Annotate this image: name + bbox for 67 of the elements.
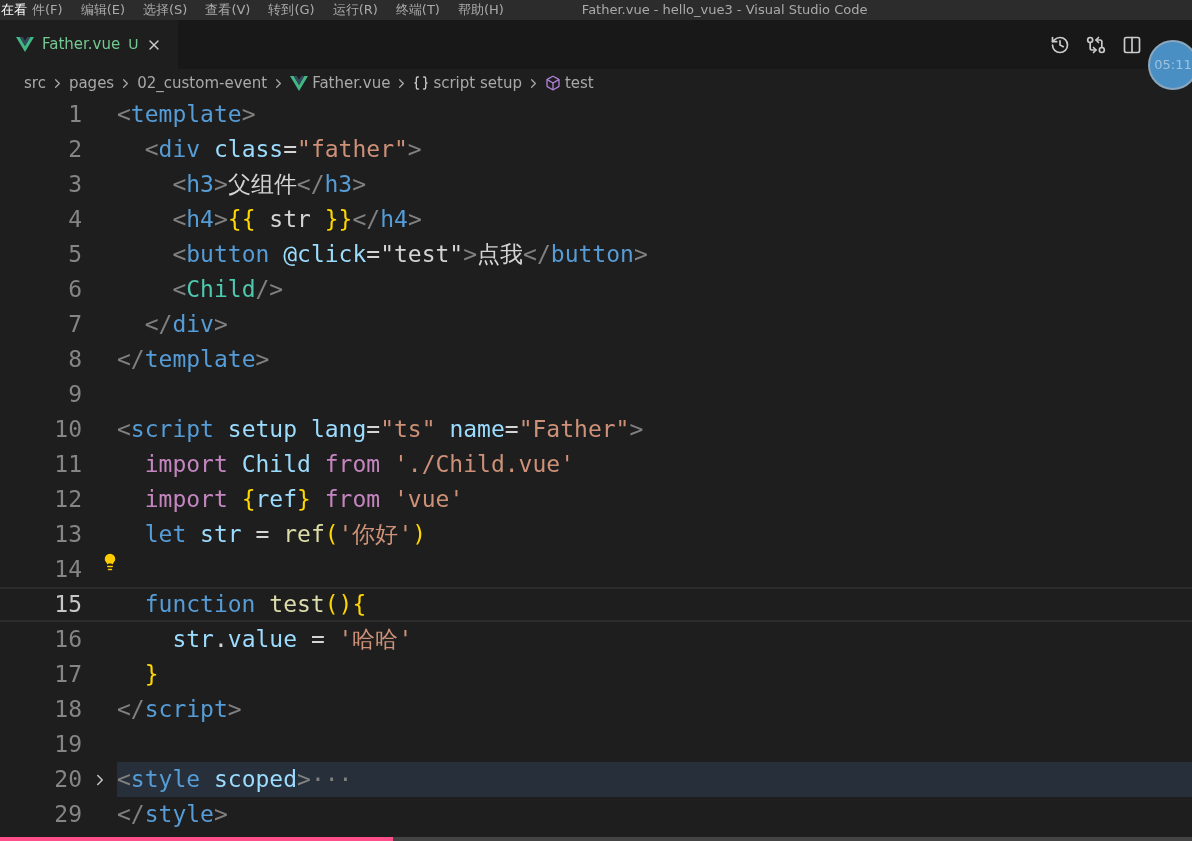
code-line: <button @click="test">点我</button>: [171, 240, 648, 269]
compare-icon[interactable]: [1086, 34, 1106, 55]
code-line: let str = ref('你好'): [143, 520, 427, 549]
code-line: </script>: [117, 695, 242, 724]
line-number: 16: [53, 625, 82, 655]
line-number: 11: [53, 450, 82, 480]
line-number: 29: [53, 800, 82, 830]
code-line: </div>: [143, 310, 228, 339]
code-line: function test(){: [143, 590, 367, 619]
line-number: 12: [53, 485, 82, 515]
cube-icon: [544, 75, 561, 91]
code-line: <h3>父组件</h3>: [171, 170, 367, 199]
code-line: import Child from './Child.vue': [143, 450, 574, 479]
menu-item[interactable]: 编辑(E): [80, 0, 125, 20]
vue-logo-icon: [290, 75, 309, 91]
code-line: <div class="father">: [143, 135, 422, 164]
history-icon[interactable]: [1050, 34, 1070, 55]
code-line: <script setup lang="ts" name="Father">: [117, 415, 644, 444]
line-number: 7: [67, 310, 82, 340]
timer-badge: 05:11: [1148, 40, 1192, 90]
code-line: </style>: [117, 800, 228, 829]
split-editor-icon[interactable]: [1122, 34, 1142, 55]
code-line: import {ref} from 'vue': [143, 485, 464, 514]
line-number: 2: [67, 135, 82, 165]
braces-icon: [413, 75, 430, 91]
code-line: <Child/>: [171, 275, 284, 304]
tab-status-letter: U: [128, 35, 139, 54]
code-line: <h4>{{ str }}</h4>: [171, 205, 422, 234]
breadcrumb-item[interactable]: Father.vue: [312, 71, 391, 95]
line-number: 14: [53, 555, 82, 585]
menu-item[interactable]: 选择(S): [143, 0, 188, 20]
line-number: 5: [67, 240, 82, 270]
menu-item[interactable]: 查看(V): [205, 0, 251, 20]
line-number: 17: [53, 660, 82, 690]
line-number: 3: [67, 170, 82, 200]
editor-tab[interactable]: Father.vue U: [0, 20, 179, 69]
menu-item[interactable]: 终端(T): [395, 0, 440, 20]
code-line: </template>: [117, 345, 270, 374]
code-line: str.value = '哈哈': [171, 625, 413, 654]
vue-logo-icon: [16, 37, 34, 52]
window-title: Father.vue - hello_vue3 - Visual Studio Code: [581, 1, 868, 20]
line-number: 9: [67, 380, 82, 410]
overlay-label: 在看: [0, 1, 28, 20]
breadcrumb-item[interactable]: src: [24, 71, 46, 95]
line-number: 20: [53, 765, 82, 795]
video-progress-track[interactable]: [0, 837, 1192, 841]
code-line: <template>: [117, 100, 256, 129]
line-number: 19: [53, 730, 82, 760]
line-number: 18: [53, 695, 82, 725]
line-number: 8: [67, 345, 82, 375]
line-number: 1: [67, 100, 82, 130]
menu-item[interactable]: 转到(G): [268, 0, 315, 20]
line-number: 15: [53, 590, 82, 620]
menu-item[interactable]: 运行(R): [332, 0, 378, 20]
menu-item[interactable]: 帮助(H): [457, 0, 504, 20]
line-number: 4: [67, 205, 82, 235]
code-line: <style scoped>···: [117, 765, 353, 794]
line-number: 6: [67, 275, 82, 305]
line-number: 13: [53, 520, 82, 550]
breadcrumb-item[interactable]: script setup: [433, 71, 522, 95]
menu-item[interactable]: 件(F): [32, 0, 63, 20]
line-number: 10: [53, 415, 82, 445]
code-line: }: [143, 660, 159, 689]
breadcrumb-item[interactable]: 02_custom-event: [137, 71, 268, 95]
breadcrumb-item[interactable]: test: [564, 71, 594, 95]
breadcrumb-item[interactable]: pages: [68, 71, 115, 95]
tab-label: Father.vue: [42, 34, 121, 56]
